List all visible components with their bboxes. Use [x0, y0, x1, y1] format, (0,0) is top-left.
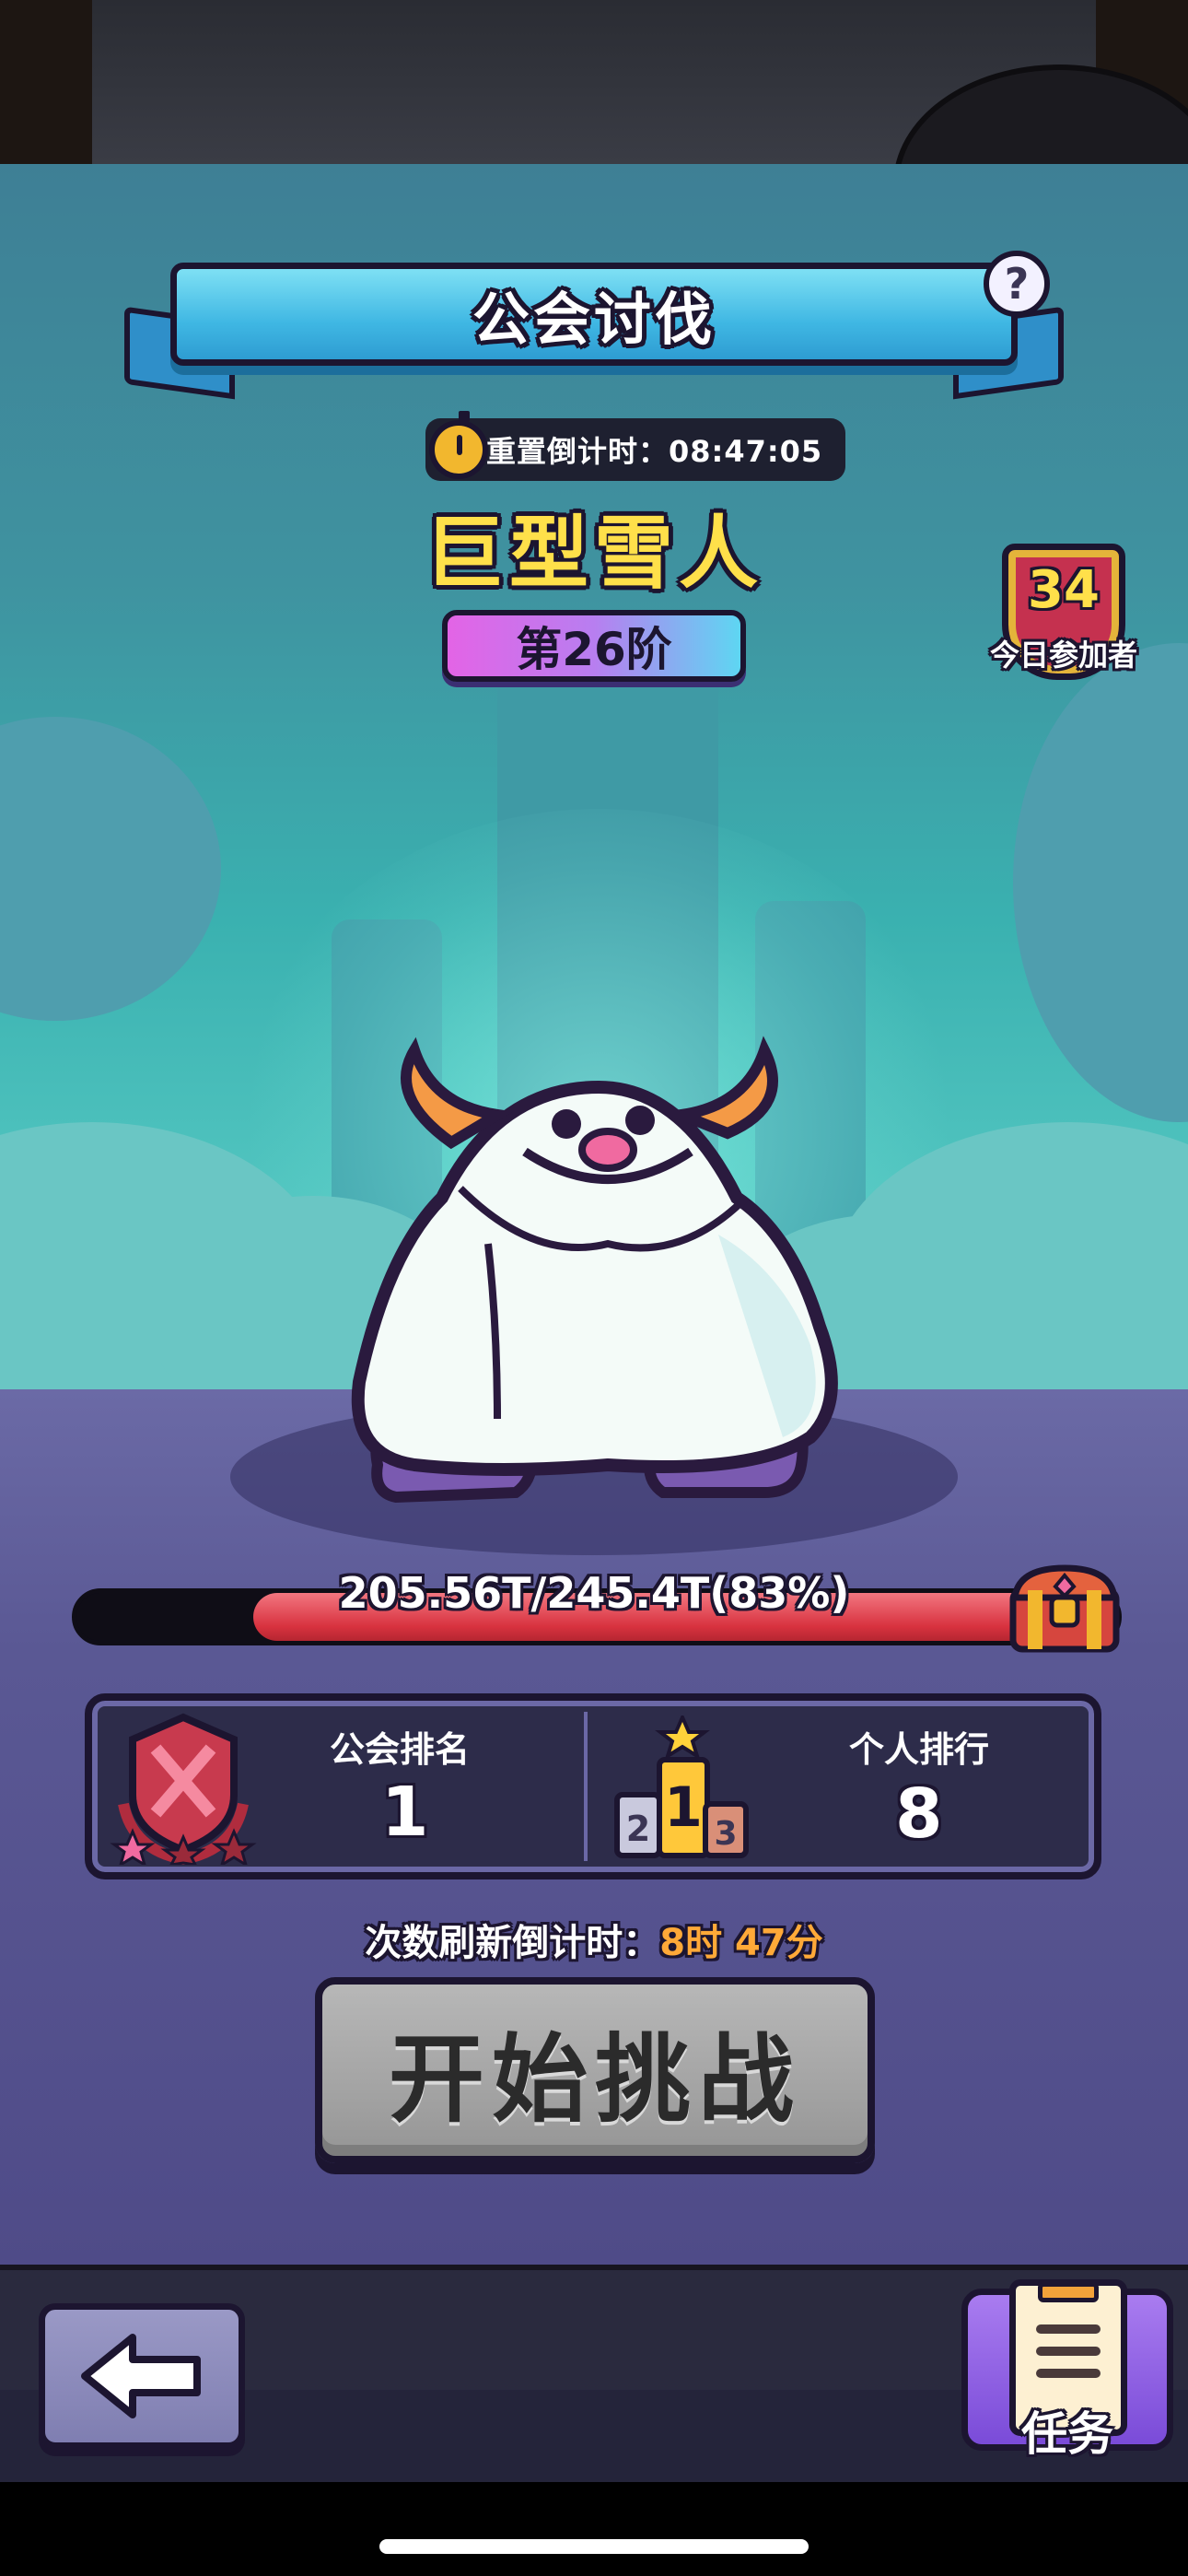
tier-label: 第26阶 — [516, 623, 672, 676]
yeti-right-horn — [659, 1036, 778, 1140]
reset-countdown-text: 重置倒计时：08:47:05 — [486, 434, 823, 469]
home-indicator[interactable] — [379, 2539, 809, 2554]
arrow-left-icon — [81, 2334, 201, 2418]
task-label: 任务 — [1021, 2407, 1113, 2461]
help-button[interactable]: ? — [984, 251, 1050, 317]
banner-plate: 公会讨伐 — [170, 263, 1018, 366]
page-title: 公会讨伐 — [472, 286, 716, 353]
help-icon: ? — [1004, 259, 1030, 309]
yeti-nose — [578, 1128, 637, 1172]
yeti-left-eye — [552, 1109, 581, 1139]
top-background — [0, 0, 1188, 164]
ranking-panel: 公会排名 1 2 1 3 个人排行 8 — [85, 1693, 1101, 1879]
start-challenge-button[interactable]: 开始挑战 — [315, 1977, 875, 2163]
tier-badge: 第26阶 — [442, 610, 746, 682]
participants-label: 今日参加者 — [989, 638, 1137, 673]
participants-badge[interactable]: 34 今日参加者 — [985, 544, 1142, 700]
background-cliff — [0, 717, 221, 1021]
reset-timer: 重置倒计时：08:47:05 — [425, 411, 845, 481]
yeti-left-horn — [401, 1036, 514, 1150]
attempt-refresh-countdown: 次数刷新倒计时：8时 47分 — [0, 1913, 1188, 1966]
task-button[interactable]: 任务 — [961, 2279, 1173, 2461]
background-cliff — [1013, 643, 1188, 1122]
refresh-label: 次数刷新倒计时： — [365, 1922, 660, 1964]
ranking-divider — [584, 1712, 588, 1861]
back-button[interactable] — [39, 2303, 245, 2449]
participants-count: 34 — [1028, 560, 1100, 620]
yeti-boss[interactable] — [332, 1032, 856, 1511]
treasure-chest-icon[interactable] — [1007, 1563, 1122, 1655]
guild-rank-label: 公会排名 — [330, 1729, 471, 1770]
stopwatch-icon — [429, 411, 488, 479]
podium-digit-third: 3 — [714, 1815, 737, 1853]
title-banner: 公会讨伐 — [124, 263, 1064, 401]
refresh-value: 8时 47分 — [659, 1922, 823, 1964]
guild-rank-emblem-icon — [110, 1713, 257, 1865]
personal-rank-value: 8 — [895, 1774, 943, 1854]
guild-rank-value: 1 — [381, 1773, 429, 1852]
yeti-right-eye — [625, 1106, 655, 1135]
personal-rank-label: 个人排行 — [849, 1729, 990, 1770]
podium-digit-second: 2 — [626, 1809, 650, 1849]
podium-digit-first: 1 — [664, 1775, 703, 1840]
start-challenge-label: 开始挑战 — [388, 2022, 801, 2136]
podium-icon: 2 1 3 — [614, 1715, 749, 1858]
